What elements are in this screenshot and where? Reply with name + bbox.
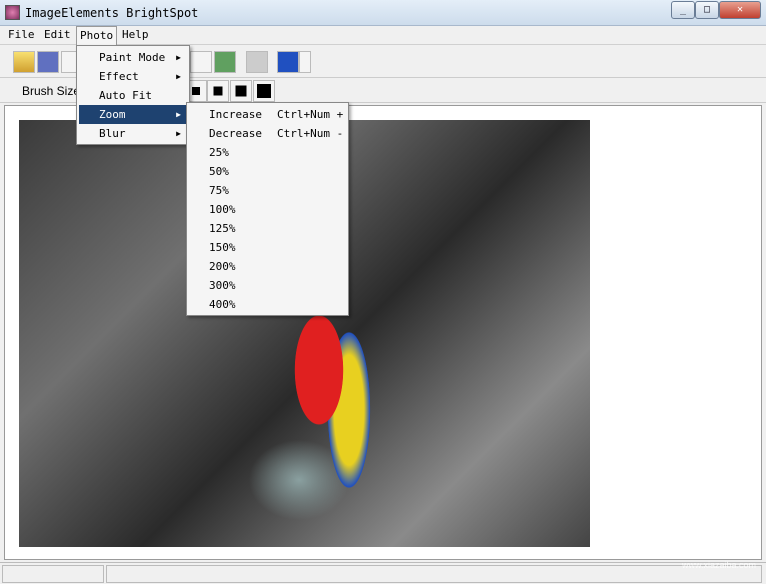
menu-bar: File Edit Photo Help <box>0 26 766 45</box>
zoom-100[interactable]: 100% <box>189 200 346 219</box>
status-pane-2 <box>106 565 762 583</box>
dropdown-arrow-icon[interactable] <box>299 51 311 73</box>
zoom-150[interactable]: 150% <box>189 238 346 257</box>
shortcut: Ctrl+Num + <box>277 108 344 121</box>
title-bar: ImageElements BrightSpot _ □ ✕ <box>0 0 766 26</box>
window-title: ImageElements BrightSpot <box>25 6 199 20</box>
magic-wand-icon[interactable] <box>190 51 212 73</box>
menu-item-auto-fit[interactable]: Auto Fit <box>79 86 187 105</box>
minimize-button[interactable]: _ <box>671 1 695 19</box>
status-bar <box>0 562 766 584</box>
zoom-submenu: Increase Ctrl+Num + Decrease Ctrl+Num - 25… <box>186 102 349 316</box>
zoom-300[interactable]: 300% <box>189 276 346 295</box>
app-icon <box>5 5 20 20</box>
watermark: 下载吧 www.xiazaiba.com <box>666 516 756 570</box>
label: Decrease <box>209 127 262 140</box>
submenu-arrow-icon: ▶ <box>176 53 181 62</box>
zoom-increase[interactable]: Increase Ctrl+Num + <box>189 105 346 124</box>
dollar-icon[interactable] <box>277 51 299 73</box>
brush-size-medium[interactable] <box>207 80 229 102</box>
zoom-75[interactable]: 75% <box>189 181 346 200</box>
label: Paint Mode <box>99 51 166 64</box>
submenu-arrow-icon: ▶ <box>176 110 181 119</box>
open-icon[interactable] <box>13 51 35 73</box>
menu-item-zoom[interactable]: Zoom ▶ <box>79 105 187 124</box>
photo-menu: Paint Mode ▶ Effect ▶ Auto Fit Zoom ▶ Blur ▶ <box>76 45 190 145</box>
watermark-url: www.xiazaiba.com <box>681 560 756 570</box>
label: Auto Fit <box>99 89 152 102</box>
label: Zoom <box>99 108 126 121</box>
menu-item-effect[interactable]: Effect ▶ <box>79 67 187 86</box>
watermark-text: 下载吧 <box>666 525 756 558</box>
image-canvas[interactable] <box>4 105 762 560</box>
menu-item-blur[interactable]: Blur ▶ <box>79 124 187 143</box>
submenu-arrow-icon: ▶ <box>176 129 181 138</box>
status-pane-1 <box>2 565 104 583</box>
shortcut: Ctrl+Num - <box>277 127 344 140</box>
zoom-25[interactable]: 25% <box>189 143 346 162</box>
menu-file[interactable]: File <box>5 28 38 41</box>
label: Effect <box>99 70 139 83</box>
brush-size-large[interactable] <box>230 80 252 102</box>
zoom-400[interactable]: 400% <box>189 295 346 314</box>
zoom-50[interactable]: 50% <box>189 162 346 181</box>
brush-size-xlarge[interactable] <box>253 80 275 102</box>
label: Increase <box>209 108 262 121</box>
zoom-125[interactable]: 125% <box>189 219 346 238</box>
label: Blur <box>99 127 126 140</box>
menu-photo[interactable]: Photo <box>76 26 118 45</box>
maximize-button[interactable]: □ <box>695 1 719 19</box>
brush-size-label: Brush Size: <box>22 84 84 98</box>
save-icon[interactable] <box>37 51 59 73</box>
paint-picture-icon[interactable] <box>214 51 236 73</box>
menu-help[interactable]: Help <box>119 28 152 41</box>
close-button[interactable]: ✕ <box>719 1 761 19</box>
zoom-decrease[interactable]: Decrease Ctrl+Num - <box>189 124 346 143</box>
page-icon[interactable] <box>246 51 268 73</box>
zoom-200[interactable]: 200% <box>189 257 346 276</box>
menu-item-paint-mode[interactable]: Paint Mode ▶ <box>79 48 187 67</box>
submenu-arrow-icon: ▶ <box>176 72 181 81</box>
menu-edit[interactable]: Edit <box>41 28 74 41</box>
